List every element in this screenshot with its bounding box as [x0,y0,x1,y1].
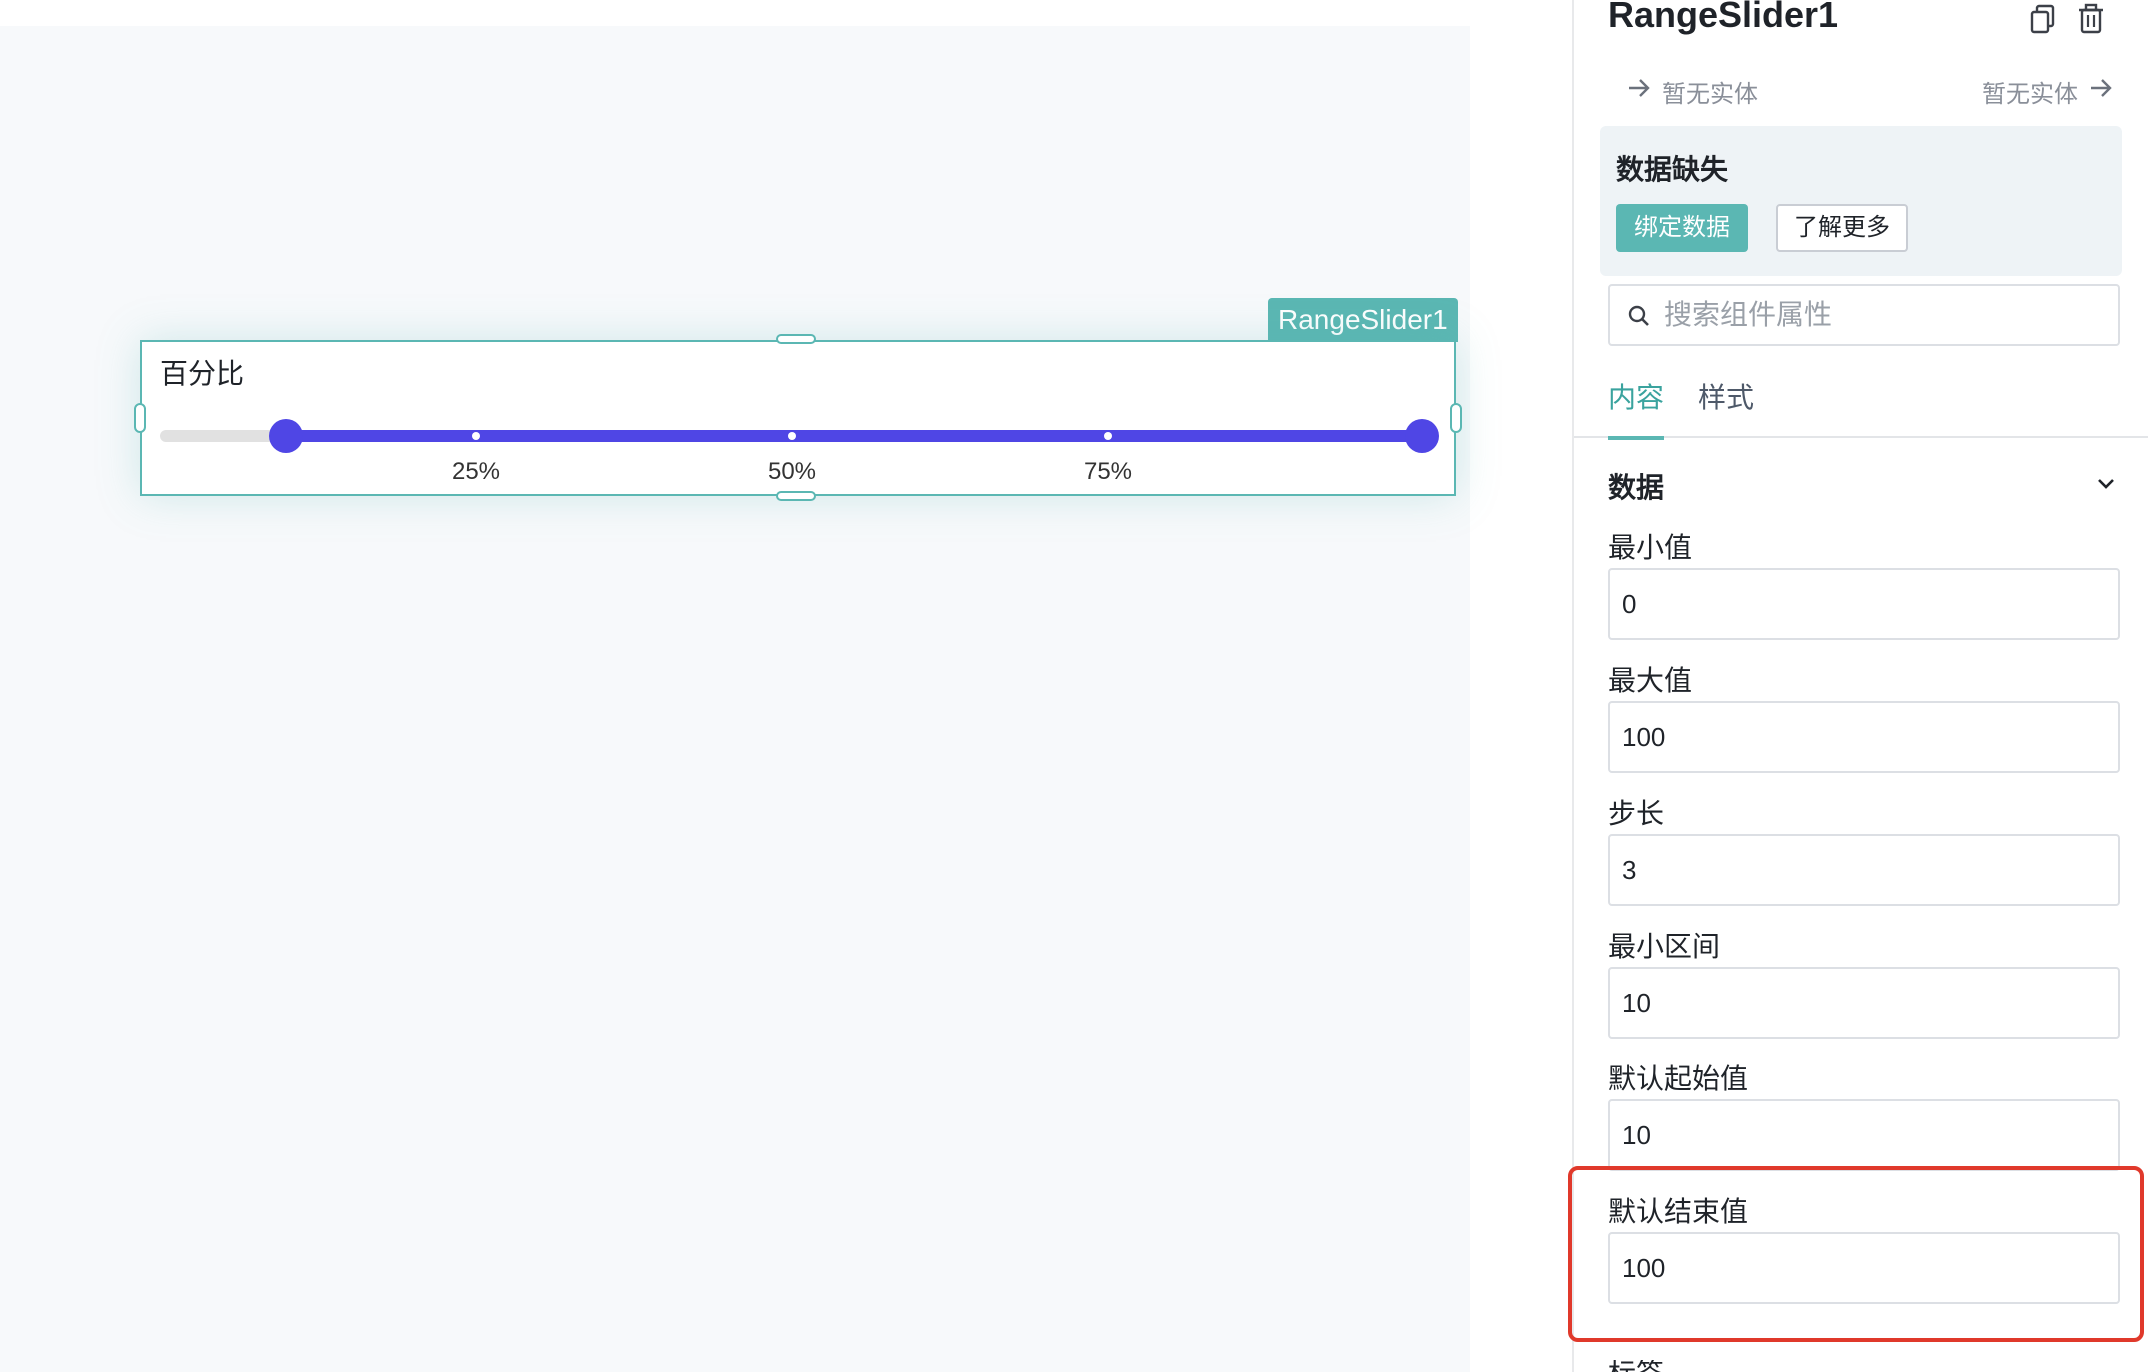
default-end-input[interactable] [1608,1232,2120,1304]
data-missing-notice: 数据缺失 绑定数据 了解更多 [1600,126,2122,276]
field-label-min-range: 最小区间 [1608,931,1721,962]
entity-left-label: 暂无实体 [1662,81,1758,108]
field-label-step: 步长 [1608,798,1665,829]
resize-handle-right[interactable] [1450,403,1462,433]
slider-mark-dot [788,432,796,440]
property-search[interactable] [1608,284,2120,346]
bind-data-button[interactable]: 绑定数据 [1616,204,1748,252]
slider-end-thumb[interactable] [1405,419,1439,453]
field-label-next: 标签 [1608,1360,1668,1372]
entity-link-left[interactable]: 暂无实体 [1626,74,1758,109]
section-header-data[interactable]: 数据 [1608,466,2120,506]
slider-mark-label: 25% [451,458,501,485]
resize-handle-top[interactable] [776,334,816,344]
data-missing-title: 数据缺失 [1616,154,1729,185]
arrow-right-icon [1626,75,1652,108]
entity-right-label: 暂无实体 [1982,81,2078,108]
copy-icon[interactable] [2026,2,2060,36]
properties-panel: RangeSlider1 暂无实体 暂无实体 数据缺失 绑定数据 了解更多 搜索… [1572,0,2148,1372]
max-value-input[interactable] [1608,701,2120,773]
slider-mark-dot [1104,432,1112,440]
range-slider-widget[interactable]: 百分比 25% 50% 75% [140,340,1456,496]
resize-handle-bottom[interactable] [776,491,816,501]
section-title: 数据 [1608,472,1665,503]
min-value-input[interactable] [1608,568,2120,640]
tab-style[interactable]: 样式 [1698,376,1754,436]
slider-range-fill [286,430,1424,442]
tab-content[interactable]: 内容 [1608,376,1665,440]
field-label-min: 最小值 [1608,532,1693,563]
slider-start-thumb[interactable] [269,419,304,453]
chevron-down-icon [2092,470,2120,503]
search-input[interactable] [1664,294,2104,336]
default-start-input[interactable] [1608,1099,2120,1171]
panel-tabs: 内容 样式 [1574,368,2148,440]
editor-canvas[interactable]: RangeSlider1 百分比 25% 50% 75% [0,26,1470,1372]
field-label-max: 最大值 [1608,665,1693,696]
step-input[interactable] [1608,834,2120,906]
search-icon [1626,303,1652,334]
slider-mark-label: 75% [1083,458,1133,485]
field-label-default-end: 默认结束值 [1608,1196,1749,1227]
slider-mark-label: 50% [767,458,817,485]
trash-icon[interactable] [2074,2,2108,36]
widget-name-tag[interactable]: RangeSlider1 [1268,298,1458,342]
resize-handle-left[interactable] [134,403,146,433]
entity-link-right[interactable]: 暂无实体 [1982,74,2114,109]
slider-label: 百分比 [160,358,245,389]
learn-more-button[interactable]: 了解更多 [1776,204,1908,252]
panel-title: RangeSlider1 [1608,0,1839,35]
field-label-default-start: 默认起始值 [1608,1063,1749,1094]
slider-mark-dot [472,432,480,440]
min-range-input[interactable] [1608,967,2120,1039]
arrow-right-icon [2088,75,2114,108]
